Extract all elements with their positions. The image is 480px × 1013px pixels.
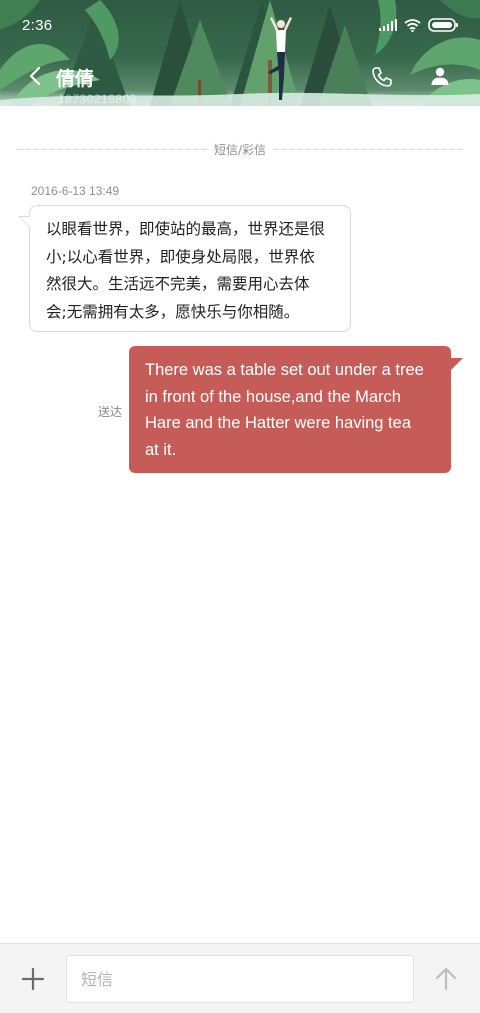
contact-name: 倩倩 bbox=[56, 68, 95, 90]
message-timestamp: 2016-6-13 13:49 bbox=[31, 184, 120, 198]
send-arrow-up-icon bbox=[435, 967, 457, 991]
messaging-screen: 2:36 倩倩 18730218809 短信/彩信 2016-6-13 13:4… bbox=[0, 0, 480, 1013]
incoming-message-bubble[interactable]: 以眼看世界，即使站的最高，世界还是很 小;以心看世界，即使身处局限，世界依 然很… bbox=[18, 205, 351, 332]
conversation-header: 2:36 倩倩 18730218809 bbox=[0, 0, 480, 106]
phone-icon bbox=[372, 67, 392, 87]
plus-icon bbox=[21, 967, 45, 991]
call-button[interactable] bbox=[371, 66, 393, 88]
bubble-tail bbox=[449, 358, 463, 372]
contact-profile-button[interactable] bbox=[430, 66, 450, 86]
outgoing-message-bubble[interactable]: There was a table set out under a tree i… bbox=[129, 346, 463, 473]
back-arrow-icon bbox=[29, 66, 41, 86]
delivery-status: 送达 bbox=[98, 405, 123, 419]
signal-icon bbox=[379, 19, 397, 31]
battery-icon bbox=[428, 18, 458, 32]
message-line: at it. bbox=[145, 440, 177, 459]
channel-divider: 短信/彩信 bbox=[16, 141, 464, 158]
add-attachment-button[interactable] bbox=[21, 967, 45, 991]
contact-number: 18730218809 bbox=[58, 92, 137, 106]
message-line: in front of the house,and the March bbox=[145, 387, 401, 406]
channel-label: 短信/彩信 bbox=[207, 141, 273, 158]
message-line: 以眼看世界，即使站的最高，世界还是很 bbox=[46, 220, 326, 238]
back-button[interactable] bbox=[24, 62, 46, 90]
message-line: There was a table set out under a tree bbox=[145, 361, 424, 379]
person-icon bbox=[431, 67, 449, 85]
message-input[interactable] bbox=[66, 955, 414, 1003]
status-icons bbox=[379, 15, 458, 35]
wifi-icon bbox=[404, 18, 421, 32]
send-button[interactable] bbox=[433, 966, 459, 992]
status-time: 2:36 bbox=[22, 17, 53, 34]
message-line: 会;无需拥有太多，愿快乐与你相随。 bbox=[46, 302, 300, 321]
bubble-tail-fill bbox=[20, 217, 30, 227]
message-line: Hare and the Hatter were having tea bbox=[145, 414, 411, 432]
message-line: 小;以心看世界，即使身处局限，世界依 bbox=[46, 247, 315, 266]
message-line: 然很大。生活远不完美，需要用心去体 bbox=[46, 275, 310, 293]
message-composer bbox=[0, 943, 480, 1013]
